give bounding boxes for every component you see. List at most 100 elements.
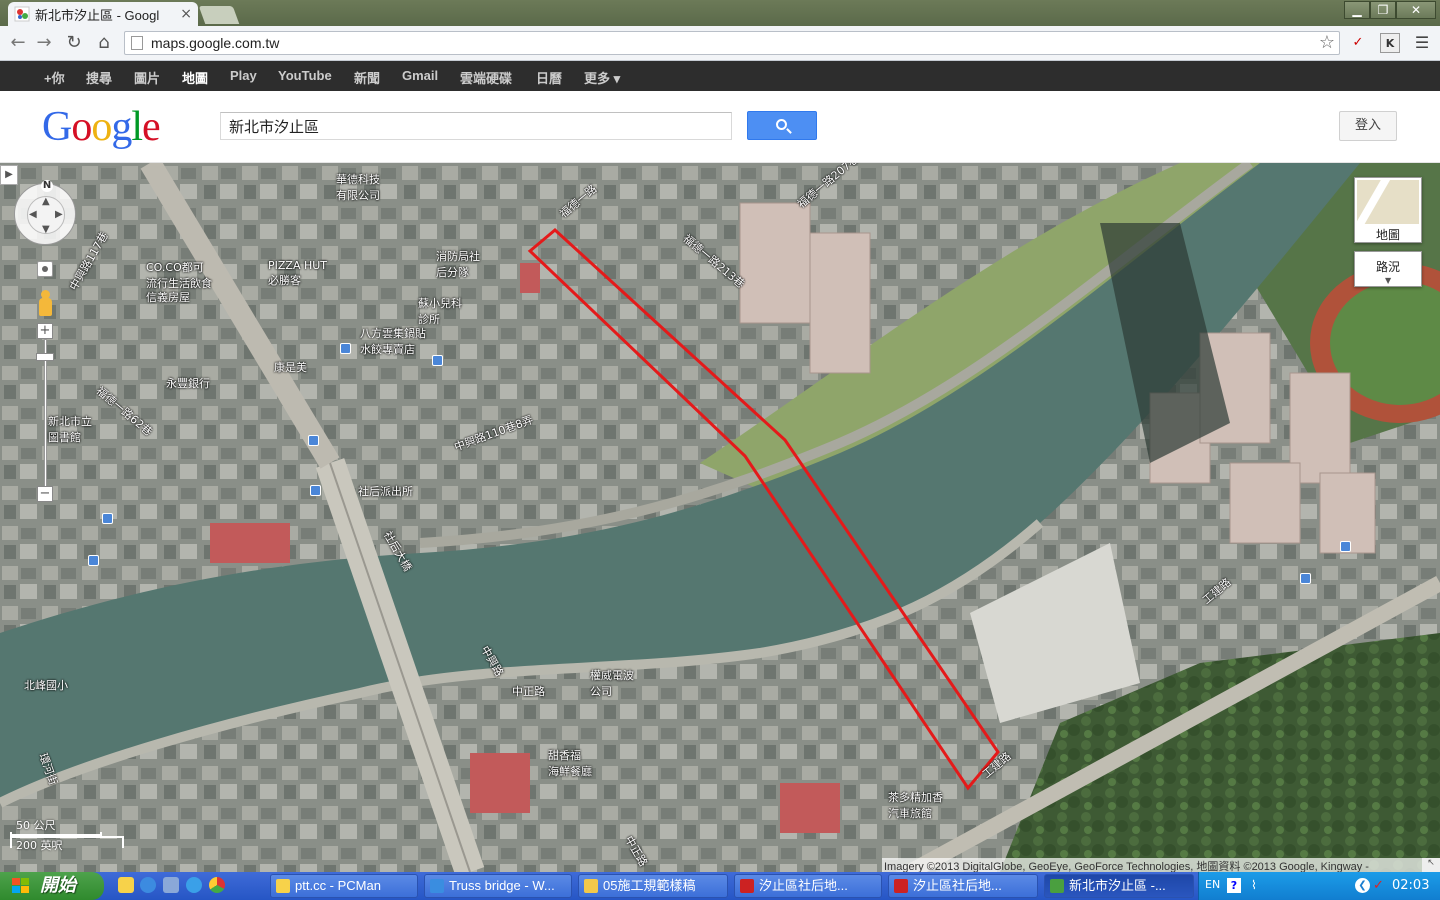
- map-label[interactable]: 八方雲集鍋貼 水餃專賣店: [360, 325, 426, 357]
- address-bar[interactable]: maps.google.com.tw ☆: [124, 31, 1340, 55]
- map-label[interactable]: 信義房屋: [146, 289, 190, 305]
- taskbar-task[interactable]: Truss bridge - W...: [424, 874, 572, 898]
- gbar-item[interactable]: 雲端硬碟: [460, 68, 512, 87]
- bus-stop-icon[interactable]: [1340, 541, 1351, 552]
- url-text: maps.google.com.tw: [151, 35, 280, 51]
- extension-k-icon[interactable]: K: [1380, 33, 1400, 53]
- traffic-label: 路況: [1375, 260, 1400, 274]
- bus-stop-icon[interactable]: [310, 485, 321, 496]
- quicklaunch-chrome-icon[interactable]: [209, 877, 225, 893]
- traffic-button[interactable]: 路況 ▼: [1354, 251, 1422, 287]
- collapse-panel-arrow-icon[interactable]: ▶: [0, 165, 18, 185]
- map-canvas[interactable]: 華德科技 有限公司 福德一路 福德一路207巷 消防局社 后分隊 PIZZA HUT 必…: [0, 163, 1440, 872]
- task-app-icon: [430, 879, 444, 893]
- map-corner-resize-icon[interactable]: ↖: [1422, 858, 1440, 872]
- taskbar-task[interactable]: 05施工規範樣稿: [578, 874, 728, 898]
- tray-app-icon[interactable]: ✓: [1373, 878, 1384, 893]
- map-label[interactable]: 消防局社 后分隊: [436, 248, 480, 280]
- bus-stop-icon[interactable]: [308, 435, 319, 446]
- quicklaunch-pcman-icon[interactable]: [118, 877, 134, 893]
- map-label[interactable]: 永豐銀行: [166, 375, 210, 391]
- quicklaunch-app-icon[interactable]: [163, 877, 179, 893]
- google-logo[interactable]: Google: [42, 103, 161, 151]
- gbar-item[interactable]: 搜尋: [86, 68, 112, 87]
- map-label[interactable]: 茶多精加香 汽車旅館: [888, 789, 943, 821]
- start-label: 開始: [40, 875, 76, 896]
- bus-stop-icon[interactable]: [340, 343, 351, 354]
- gbar-item[interactable]: 新聞: [354, 68, 380, 87]
- map-label[interactable]: 甜香福 海鮮餐廳: [548, 747, 592, 779]
- map-label[interactable]: CO.CO都可 流行生活飲食: [146, 259, 212, 291]
- task-label: 汐止區社后地...: [913, 878, 1002, 893]
- map-label[interactable]: 蘇小兒科 診所: [418, 295, 462, 327]
- extension-flag-icon[interactable]: ✓: [1348, 33, 1368, 53]
- language-indicator[interactable]: EN: [1205, 878, 1220, 891]
- quicklaunch-ie-icon[interactable]: [140, 877, 156, 893]
- map-label[interactable]: 北峰國小: [24, 677, 68, 693]
- bookmark-star-icon[interactable]: ☆: [1319, 32, 1335, 53]
- street-view-pegman-icon[interactable]: [37, 290, 53, 318]
- reload-icon[interactable]: ↻: [62, 32, 86, 54]
- minimize-button[interactable]: ▁: [1344, 1, 1370, 19]
- chevron-down-icon: ▼: [1385, 276, 1392, 285]
- pan-left-icon[interactable]: ◀: [29, 209, 37, 220]
- gbar-item[interactable]: 日曆: [536, 68, 562, 87]
- gbar-item[interactable]: 更多 ▾: [584, 68, 620, 87]
- maximize-button[interactable]: ❐: [1370, 1, 1396, 19]
- gbar-item[interactable]: YouTube: [278, 68, 332, 83]
- task-app-icon: [740, 879, 754, 893]
- gbar-item[interactable]: +你: [44, 68, 65, 87]
- map-label[interactable]: 新北市立 圖書館: [48, 413, 92, 445]
- zoom-slider-thumb[interactable]: [36, 353, 54, 361]
- map-label[interactable]: PIZZA HUT 必勝客: [268, 259, 327, 288]
- task-label: 汐止區社后地...: [759, 878, 848, 893]
- task-label: 05施工規範樣稿: [603, 878, 696, 893]
- gbar-item[interactable]: Play: [230, 68, 257, 83]
- bus-stop-icon[interactable]: [88, 555, 99, 566]
- browser-tab-active[interactable]: 新北市汐止區 - Googl ×: [8, 2, 198, 26]
- zoom-out-button[interactable]: −: [37, 486, 53, 502]
- search-icon: [776, 119, 787, 130]
- menu-icon[interactable]: ☰: [1412, 33, 1432, 53]
- new-tab-button[interactable]: [198, 6, 240, 24]
- pan-down-icon[interactable]: ▼: [42, 224, 50, 235]
- map-type-map-button[interactable]: 地圖: [1354, 177, 1422, 243]
- tab-close-icon[interactable]: ×: [180, 6, 192, 22]
- signin-button[interactable]: 登入: [1339, 111, 1397, 141]
- pan-control[interactable]: N ▲ ▼ ◀ ▶: [14, 180, 76, 245]
- taskbar-task[interactable]: 汐止區社后地...: [888, 874, 1038, 898]
- search-input[interactable]: [220, 112, 732, 140]
- zoom-in-button[interactable]: +: [37, 323, 53, 339]
- bus-stop-icon[interactable]: [102, 513, 113, 524]
- taskbar-task[interactable]: 新北市汐止區 -...: [1044, 874, 1194, 898]
- map-label[interactable]: 華德科技 有限公司: [336, 171, 380, 203]
- quicklaunch-ie2-icon[interactable]: [186, 877, 202, 893]
- gbar-item[interactable]: 地圖: [182, 68, 208, 87]
- map-label[interactable]: 權威電波 公司: [590, 667, 634, 699]
- bus-stop-icon[interactable]: [432, 355, 443, 366]
- bus-stop-icon[interactable]: [1300, 573, 1311, 584]
- taskbar-task[interactable]: 汐止區社后地...: [734, 874, 882, 898]
- pan-up-icon[interactable]: ▲: [42, 196, 50, 207]
- start-button[interactable]: 開始: [0, 872, 104, 900]
- help-icon[interactable]: ?: [1227, 878, 1241, 893]
- home-icon[interactable]: ⌂: [92, 32, 116, 54]
- task-label: Truss bridge - W...: [449, 878, 555, 893]
- forward-arrow-icon[interactable]: →: [32, 32, 56, 54]
- scale-metric: 50 公尺: [16, 819, 56, 832]
- back-arrow-icon[interactable]: ←: [6, 32, 30, 54]
- close-window-button[interactable]: ✕: [1396, 1, 1436, 19]
- gbar-item[interactable]: Gmail: [402, 68, 438, 83]
- system-tray: EN ? ⌇ ❮ ✓ 02:03: [1198, 872, 1440, 900]
- pan-right-icon[interactable]: ▶: [55, 209, 63, 220]
- zoom-slider-track[interactable]: [44, 339, 47, 489]
- map-label[interactable]: 康是美: [274, 359, 307, 375]
- tray-expand-icon[interactable]: ❮: [1355, 878, 1370, 893]
- map-label[interactable]: 中正路: [512, 683, 545, 699]
- rotate-control[interactable]: [37, 261, 53, 277]
- tray-pen-icon[interactable]: ⌇: [1251, 878, 1257, 892]
- map-label[interactable]: 社后派出所: [358, 483, 413, 499]
- gbar-item[interactable]: 圖片: [134, 68, 160, 87]
- search-button[interactable]: [747, 111, 817, 140]
- taskbar-task[interactable]: ptt.cc - PCMan: [270, 874, 418, 898]
